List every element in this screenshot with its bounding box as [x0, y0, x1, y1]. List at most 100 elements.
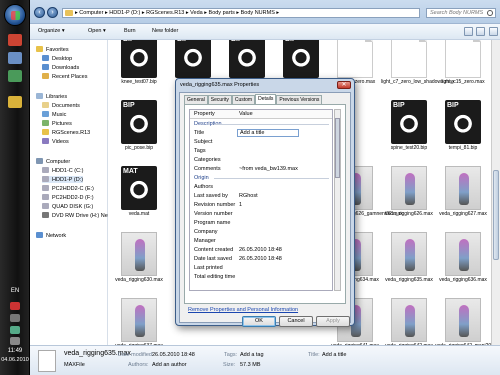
ok-button[interactable]: OK: [242, 316, 276, 327]
help-icon[interactable]: [489, 27, 498, 36]
close-button[interactable]: ✕: [337, 81, 351, 89]
nav-item-pictures[interactable]: Pictures: [42, 120, 72, 127]
file-item[interactable]: BIP tempi_81.bip: [435, 100, 491, 166]
nav-item-music[interactable]: Music: [42, 111, 66, 118]
nav-item-videos[interactable]: Videos: [42, 138, 69, 145]
property-row[interactable]: Last saved by RGhost: [190, 193, 332, 201]
cancel-button[interactable]: Cancel: [279, 316, 313, 327]
property-row[interactable]: Categories: [190, 157, 332, 165]
scrollbar-thumb[interactable]: [335, 118, 340, 178]
taskbar-app-icon[interactable]: [8, 70, 22, 82]
clock-time[interactable]: 11:49: [0, 348, 30, 354]
nav-item-recent[interactable]: Recent Places: [42, 73, 87, 80]
taskbar-explorer-icon[interactable]: [8, 96, 22, 108]
tab-previous-versions[interactable]: Previous Versions: [276, 95, 323, 104]
new-folder-button[interactable]: New folder: [152, 28, 178, 34]
language-indicator[interactable]: EN: [4, 288, 26, 294]
property-value[interactable]: 26.05.2010 18:48: [239, 247, 282, 253]
forward-button[interactable]: ›: [47, 7, 58, 18]
property-row[interactable]: Comments ~from veda_bw139.max: [190, 166, 332, 174]
column-value[interactable]: Value: [239, 111, 253, 117]
open-button[interactable]: Open ▾: [88, 28, 106, 34]
file-item[interactable]: veda_rigging636.max: [435, 232, 491, 298]
tab-general[interactable]: General: [184, 95, 208, 104]
tab-custom[interactable]: Custom: [231, 95, 256, 104]
nav-item-drive-g[interactable]: QUAD DISK (G:): [42, 203, 93, 210]
nav-item-drive-d[interactable]: HDD1-P (D:): [42, 176, 84, 183]
nav-item-documents[interactable]: Documents: [42, 102, 80, 109]
title-input[interactable]: Add a title: [237, 129, 299, 137]
nav-item-drive-h[interactable]: DVD RW Drive (H:) Ne: [42, 212, 108, 219]
property-row[interactable]: Manager: [190, 238, 332, 246]
file-item[interactable]: veda_rigging642_mani2018.max: [435, 298, 491, 345]
tags-value[interactable]: Add a tag: [240, 352, 264, 358]
property-row[interactable]: Version number: [190, 211, 332, 219]
property-list-scrollbar[interactable]: [334, 109, 341, 291]
back-button[interactable]: ‹: [34, 7, 45, 18]
file-item[interactable]: BIP pic_pose.bip: [111, 100, 167, 166]
taskbar-app-icon[interactable]: [8, 52, 22, 64]
property-row[interactable]: Date last saved 26.05.2010 18:48: [190, 256, 332, 264]
property-value[interactable]: RGhost: [239, 193, 258, 199]
property-row[interactable]: Content created 26.05.2010 18:48: [190, 247, 332, 255]
tray-icon[interactable]: [10, 302, 20, 310]
property-row[interactable]: Last printed: [190, 265, 332, 273]
file-item[interactable]: veda_rigging642.max: [381, 298, 437, 345]
tray-icon[interactable]: [10, 326, 20, 334]
nav-item-drive-c[interactable]: HDD1-C (C:): [42, 167, 83, 174]
organize-button[interactable]: Organize ▾: [38, 28, 65, 34]
file-item[interactable]: veda_rigging635.max: [381, 232, 437, 298]
column-property[interactable]: Property: [194, 111, 215, 117]
file-item[interactable]: veda_rigging627.max: [435, 166, 491, 232]
address-bar[interactable]: ▸ Computer ▸ HDD1-P (D:) ▸ RGScenes.R13 …: [62, 8, 420, 18]
file-item[interactable]: BIP spine_test20.bip: [381, 100, 437, 166]
property-value[interactable]: ~from veda_bw139.max: [239, 166, 298, 172]
preview-pane-icon[interactable]: [476, 27, 486, 36]
nav-item-drive-f[interactable]: PC2HDD2-D (F:): [42, 194, 94, 201]
nav-item-downloads[interactable]: Downloads: [42, 64, 79, 71]
tray-icon[interactable]: [10, 314, 20, 322]
file-item[interactable]: veda_rigging630.max: [111, 232, 167, 298]
nav-item-rgscenes[interactable]: RGScenes.R13: [42, 129, 90, 136]
nav-computer[interactable]: Computer: [36, 158, 70, 165]
file-item[interactable]: light_c15_zero.max: [435, 40, 491, 100]
apply-button[interactable]: Apply: [316, 316, 350, 327]
property-row-title[interactable]: Title Add a title: [190, 129, 332, 138]
file-item[interactable]: veda_rigging637.max: [111, 298, 167, 345]
view-options-icon[interactable]: [463, 27, 473, 36]
volume-icon[interactable]: [10, 337, 20, 345]
file-item[interactable]: BIP knee_test07.bip: [111, 40, 167, 100]
burn-button[interactable]: Burn: [124, 28, 136, 34]
property-value[interactable]: 26.05.2010 18:48: [239, 256, 282, 262]
tab-details[interactable]: Details: [255, 94, 277, 104]
property-row[interactable]: Total editing time: [190, 274, 332, 282]
file-item[interactable]: light_c7_zero_low_shadows.max: [381, 40, 454, 100]
tab-security[interactable]: Security: [207, 95, 232, 104]
property-row[interactable]: Company: [190, 229, 332, 237]
property-row[interactable]: Revision number 1: [190, 202, 332, 210]
file-list-scrollbar[interactable]: [491, 40, 500, 345]
property-row[interactable]: Subject: [190, 139, 332, 147]
file-name: veda_rigging627.max: [439, 211, 487, 217]
nav-network[interactable]: Network: [36, 232, 66, 239]
scrollbar-thumb[interactable]: [493, 170, 499, 260]
property-row[interactable]: Authors: [190, 184, 332, 192]
property-row[interactable]: Program name: [190, 220, 332, 228]
search-input[interactable]: Search Body NURMS: [426, 8, 496, 18]
nav-favorites[interactable]: Favorites: [36, 46, 69, 53]
authors-value[interactable]: Add an author: [152, 362, 187, 368]
property-key: Authors: [194, 184, 213, 190]
clock-date[interactable]: 04.06.2010: [0, 357, 30, 363]
property-value[interactable]: 1: [239, 202, 242, 208]
nav-item-drive-e[interactable]: PC2HDD2-C (E:): [42, 185, 94, 192]
file-item[interactable]: MAT veda.mat: [111, 166, 167, 232]
title-value[interactable]: Add a title: [322, 352, 346, 358]
file-item[interactable]: veda_rigging626.max: [381, 166, 437, 232]
start-button[interactable]: [4, 4, 26, 26]
nav-item-desktop[interactable]: Desktop: [42, 55, 72, 62]
figure-render: [405, 305, 415, 337]
nav-libraries[interactable]: Libraries: [36, 93, 67, 100]
remove-properties-link[interactable]: Remove Properties and Personal Informati…: [188, 307, 298, 313]
property-row[interactable]: Tags: [190, 148, 332, 156]
taskbar-app-icon[interactable]: [8, 34, 22, 46]
